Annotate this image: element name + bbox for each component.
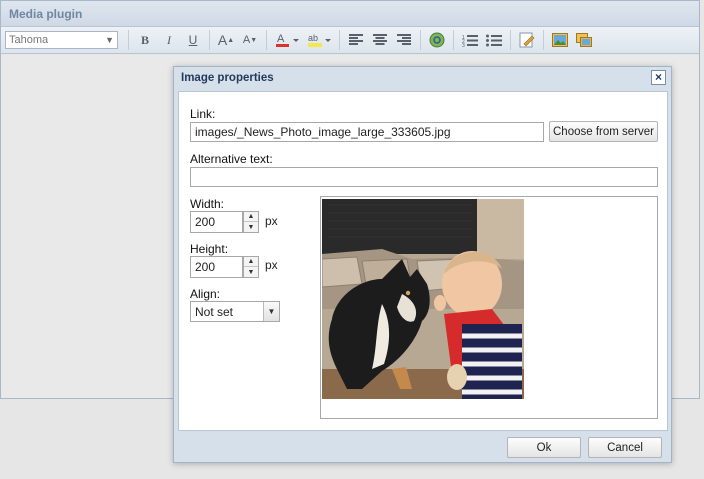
text-color-icon: A [276,33,299,47]
width-label: Width: [190,197,225,211]
align-label: Align: [190,287,221,301]
height-decrease-icon[interactable]: ▼ [244,267,258,277]
highlight-glyph: ab [308,33,318,43]
dialog-footer: Ok Cancel [174,433,671,463]
width-decrease-icon[interactable]: ▼ [244,222,258,232]
text-color-button[interactable]: A [272,30,302,50]
toolbar-separator [128,30,129,50]
toolbar-separator [339,30,340,50]
width-increase-icon[interactable]: ▲ [244,212,258,222]
dialog-title: Image properties [181,72,274,84]
cancel-button[interactable]: Cancel [588,437,662,458]
align-left-button[interactable] [345,30,367,50]
italic-icon: I [167,32,171,47]
toolbar-separator [510,30,511,50]
image-preview [320,196,658,419]
underline-icon: U [188,33,198,47]
edit-source-button[interactable] [516,30,538,50]
insert-link-button[interactable] [426,30,448,50]
insert-image-button[interactable] [549,30,571,50]
media-icon [576,33,592,47]
text-color-glyph: A [277,33,285,45]
toolbar-separator [420,30,421,50]
image-properties-dialog: Image properties × Link: images/_News_Ph… [173,66,672,463]
chevron-down-icon: ▼ [105,35,114,45]
height-stepper[interactable]: ▲ ▼ [243,256,259,278]
link-globe-icon [429,32,445,48]
chevron-down-icon[interactable]: ▼ [263,302,279,321]
italic-button[interactable]: I [158,30,180,50]
height-input[interactable]: 200 [190,256,243,278]
font-size-decrease-button[interactable]: A ▼ [239,30,261,50]
preview-photo [322,199,524,399]
image-icon [552,33,568,47]
bullet-list-button[interactable] [483,30,505,50]
align-value: Not set [195,304,234,319]
highlight-color-button[interactable]: ab [304,30,334,50]
height-increase-icon[interactable]: ▲ [244,257,258,267]
font-family-value: Tahoma [9,34,49,46]
link-label: Link: [190,107,216,121]
toolbar-separator [543,30,544,50]
align-right-button[interactable] [393,30,415,50]
highlight-icon: ab [308,33,331,47]
close-icon[interactable]: × [651,70,666,85]
editor-toolbar: Tahoma ▼ B I U A ▲ A ▼ A ab 1 2 3 [1,27,699,54]
width-unit: px [265,214,278,228]
width-input[interactable]: 200 [190,211,243,233]
underline-button[interactable]: U [182,30,204,50]
align-right-icon [397,34,411,45]
font-family-select[interactable]: Tahoma ▼ [5,31,118,49]
width-stepper[interactable]: ▲ ▼ [243,211,259,233]
toolbar-separator [266,30,267,50]
dialog-body: Link: images/_News_Photo_image_large_333… [178,91,668,431]
font-grow-icon: A [217,32,228,48]
svg-text:3: 3 [462,43,465,47]
toolbar-separator [453,30,454,50]
height-unit: px [265,258,278,272]
font-size-increase-button[interactable]: A ▲ [215,30,237,50]
choose-from-server-button[interactable]: Choose from server [549,121,658,142]
bold-button[interactable]: B [134,30,156,50]
bold-icon: B [140,32,149,47]
align-left-icon [349,34,363,45]
numbered-list-icon: 1 2 3 [462,34,478,47]
bullet-list-icon [486,34,502,46]
font-shrink-icon: A [242,34,251,46]
insert-media-button[interactable] [573,30,595,50]
align-center-icon [373,34,387,45]
editor-title: Media plugin [1,1,699,27]
numbered-list-button[interactable]: 1 2 3 [459,30,481,50]
toolbar-separator [209,30,210,50]
ok-button[interactable]: Ok [507,437,581,458]
height-label: Height: [190,242,229,256]
align-center-button[interactable] [369,30,391,50]
edit-document-icon [519,32,535,48]
alt-text-input[interactable] [190,167,658,187]
align-select[interactable]: Not set ▼ [190,301,280,322]
alt-text-label: Alternative text: [190,152,273,166]
link-input[interactable]: images/_News_Photo_image_large_333605.jp… [190,122,544,142]
